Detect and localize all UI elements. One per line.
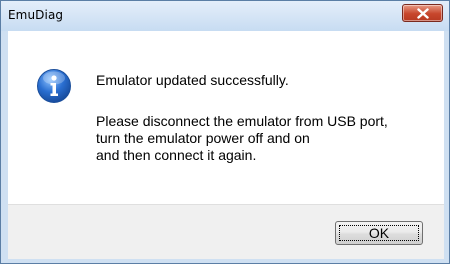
ok-button[interactable]: OK [335,221,423,245]
message-line: turn the emulator power off and on [96,130,310,146]
message-main: Emulator updated successfully. [96,72,289,88]
message-line: and then connect it again. [96,147,257,163]
info-icon [37,69,71,103]
message-line: Please disconnect the emulator from USB … [96,113,388,129]
button-bar: OK [8,204,444,259]
title-bar[interactable]: EmuDiag [1,1,449,31]
message-detail: Please disconnect the emulator from USB … [96,113,388,164]
ok-button-label: OK [368,225,390,241]
dialog-client-area: Emulator updated successfully. Please di… [8,31,444,259]
close-button[interactable] [402,4,443,22]
close-x-icon [417,8,429,19]
dialog-window: EmuDiag Emulator updated successfully. P [0,0,450,264]
window-title: EmuDiag [8,8,64,22]
